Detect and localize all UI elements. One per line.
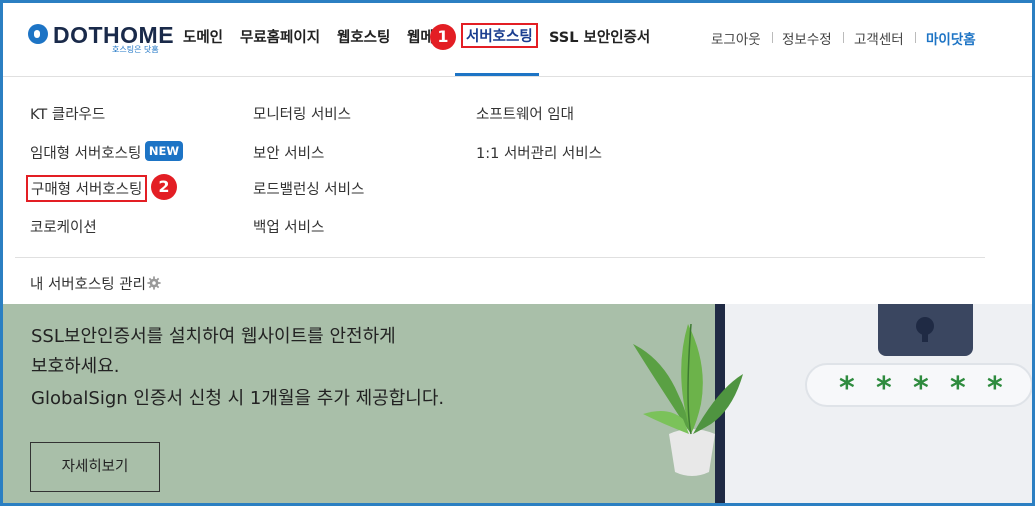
logo-tagline: 호스팅은 닷홈: [112, 45, 159, 54]
edit-info-link[interactable]: 정보수정: [782, 28, 832, 48]
svg-text:*: *: [913, 371, 929, 406]
ssl-promo-banner: SSL보안인증서를 설치하여 웹사이트를 안전하게 보호하세요. GlobalS…: [3, 304, 1032, 503]
nav-ssl-certificate[interactable]: SSL 보안인증서: [549, 26, 650, 47]
banner-line-3: GlobalSign 인증서 신청 시 1개월을 추가 제공합니다.: [31, 388, 445, 409]
header-divider: [3, 76, 1032, 77]
menu-server-management[interactable]: 1:1 서버관리 서비스: [476, 142, 602, 163]
menu-rental-server-hosting[interactable]: 임대형 서버호스팅: [30, 142, 141, 163]
new-badge: NEW: [145, 141, 183, 161]
logout-link[interactable]: 로그아웃: [711, 28, 761, 48]
step-2-badge: 2: [151, 174, 177, 200]
support-link[interactable]: 고객센터: [854, 28, 904, 48]
gear-icon: [147, 276, 161, 290]
step-1-badge: 1: [430, 24, 456, 50]
menu-monitoring-service[interactable]: 모니터링 서비스: [253, 103, 351, 124]
nav-web-hosting[interactable]: 웹호스팅: [337, 26, 390, 47]
menu-software-rental[interactable]: 소프트웨어 임대: [476, 103, 574, 124]
util-divider: [915, 32, 916, 43]
util-divider: [843, 32, 844, 43]
menu-kt-cloud[interactable]: KT 클라우드: [30, 103, 105, 124]
banner-line-1: SSL보안인증서를 설치하여 웹사이트를 안전하게: [31, 326, 396, 347]
my-server-hosting-manage-link[interactable]: 내 서버호스팅 관리: [30, 273, 146, 294]
top-header: DOTHOME 호스팅은 닷홈 도메인 무료홈페이지 웹호스팅 웹메 1 서버호…: [0, 0, 1035, 76]
nav-domain[interactable]: 도메인: [183, 26, 223, 47]
menu-purchase-server-hosting[interactable]: 구매형 서버호스팅: [26, 175, 148, 202]
ssl-security-illustration: * * * * *: [633, 304, 1032, 503]
menu-security-service[interactable]: 보안 서비스: [253, 142, 324, 163]
menu-backup-service[interactable]: 백업 서비스: [253, 216, 324, 237]
myhome-link[interactable]: 마이닷홈: [926, 28, 976, 48]
svg-text:*: *: [987, 371, 1003, 406]
menu-load-balancing-service[interactable]: 로드밸런싱 서비스: [253, 178, 364, 199]
menu-colocation[interactable]: 코로케이션: [30, 216, 97, 237]
view-details-button[interactable]: 자세히보기: [30, 442, 160, 492]
svg-text:*: *: [839, 371, 855, 406]
svg-text:*: *: [950, 371, 966, 406]
banner-line-2: 보호하세요.: [31, 356, 120, 377]
util-divider: [772, 32, 773, 43]
dothome-logo-mark-icon: [28, 24, 48, 44]
nav-free-homepage[interactable]: 무료홈페이지: [240, 26, 320, 47]
svg-text:*: *: [876, 371, 892, 406]
menu-divider: [15, 257, 985, 258]
nav-server-hosting[interactable]: 서버호스팅: [461, 23, 538, 48]
